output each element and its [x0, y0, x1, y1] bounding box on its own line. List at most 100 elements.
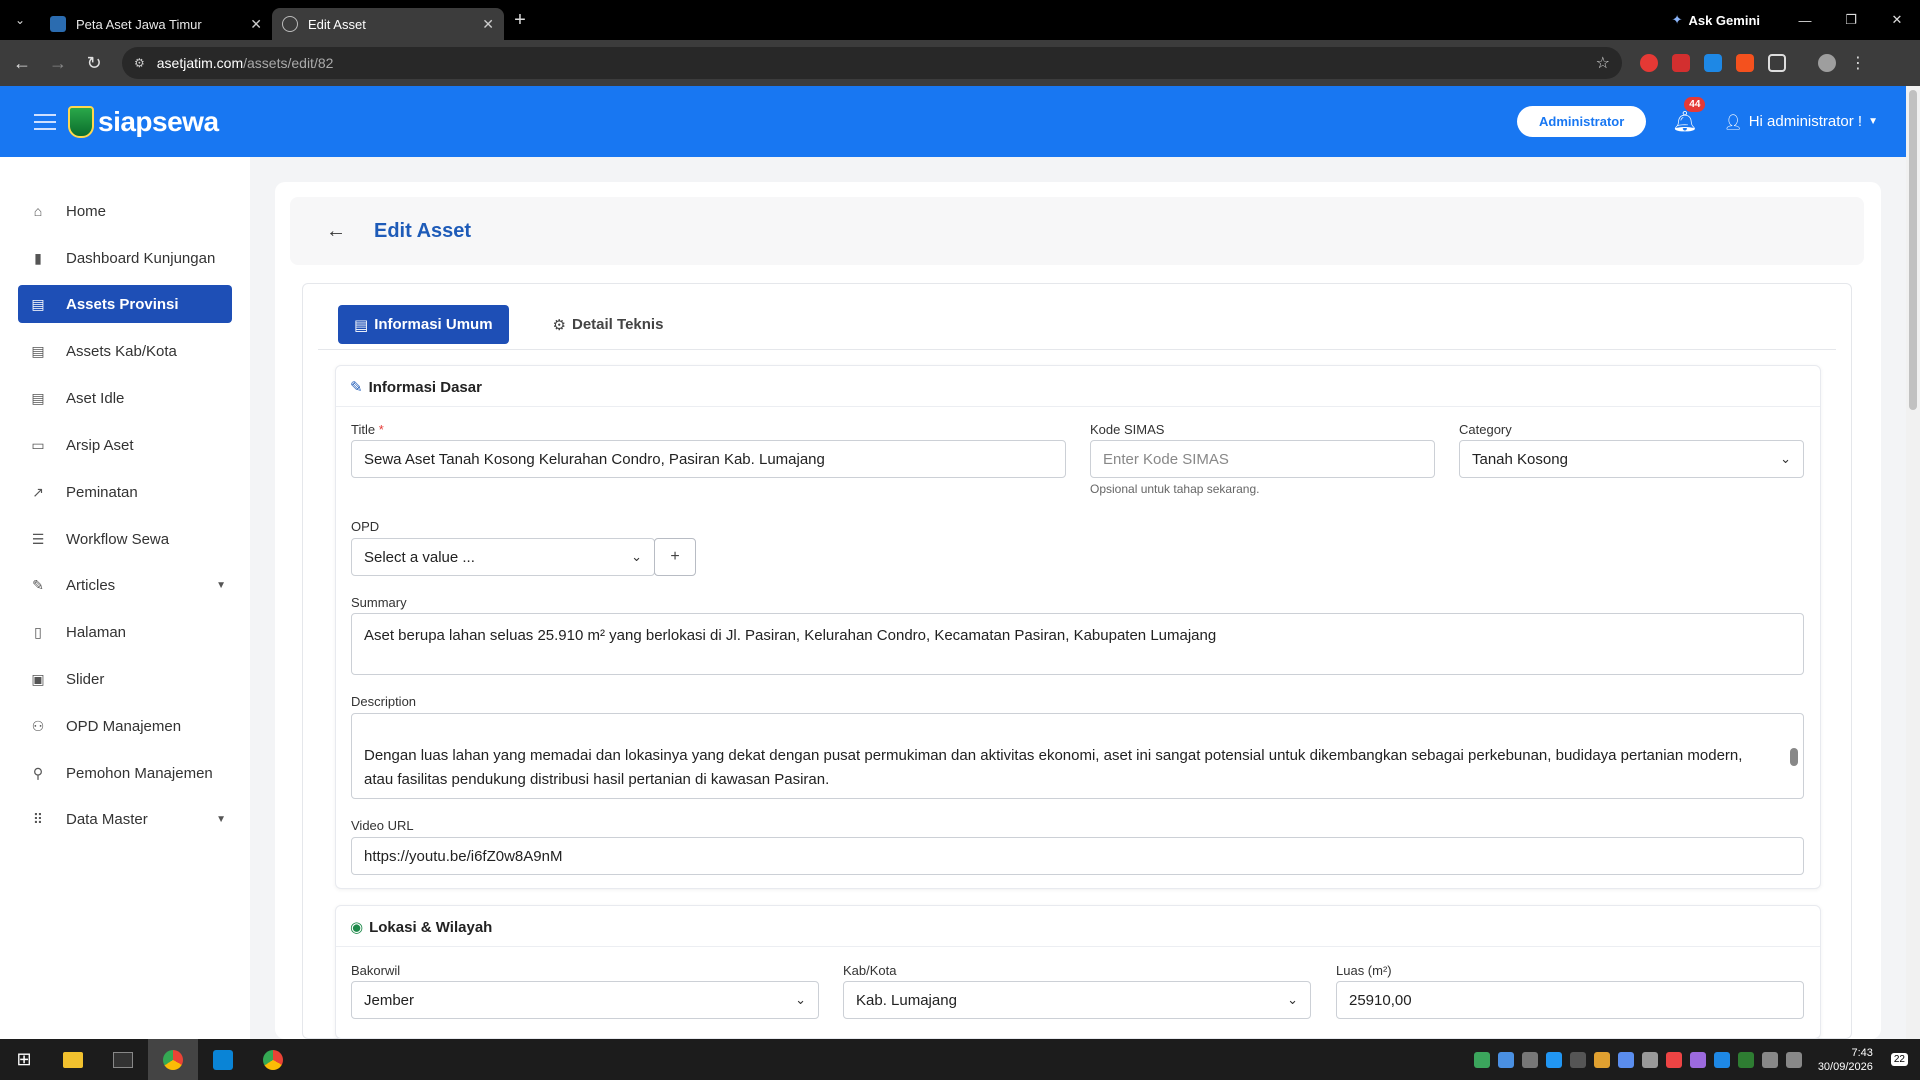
tray-app-icon[interactable]	[1665, 1051, 1682, 1068]
bluetooth-icon[interactable]	[1713, 1051, 1730, 1068]
brand-logo[interactable]: siapsewa	[68, 105, 219, 138]
file-explorer-icon[interactable]	[48, 1039, 98, 1080]
close-icon[interactable]: ✕	[482, 16, 494, 33]
tray-app-icon[interactable]	[1569, 1051, 1586, 1068]
opd-select[interactable]: Select a value ... ⌄	[351, 538, 655, 576]
url-bar[interactable]: ⚙ asetjatim.com/assets/edit/82 ☆	[122, 47, 1622, 79]
sidebar-item-opd-manajemen[interactable]: ⚇ OPD Manajemen	[18, 707, 232, 745]
sidebar-item-assets-kab-kota[interactable]: ▤ Assets Kab/Kota	[18, 332, 232, 370]
kabkota-select[interactable]: Kab. Lumajang ⌄	[843, 981, 1311, 1019]
restore-icon[interactable]: ❐	[1828, 12, 1874, 28]
sidebar-item-data-master[interactable]: ⠿ Data Master ▼	[18, 800, 232, 838]
tab-search-icon[interactable]: ⌄	[0, 13, 40, 27]
sidebar-item-peminatan[interactable]: ↗ Peminatan	[18, 473, 232, 511]
reload-icon[interactable]: ↻	[76, 53, 112, 74]
tray-app-icon[interactable]	[1473, 1051, 1490, 1068]
sidebar-item-assets-provinsi[interactable]: ▤ Assets Provinsi	[18, 285, 232, 323]
wifi-icon[interactable]	[1761, 1051, 1778, 1068]
kabkota-label: Kab/Kota	[843, 963, 897, 978]
vscode-icon[interactable]	[198, 1039, 248, 1080]
terminal-icon[interactable]	[98, 1039, 148, 1080]
windows-start-icon[interactable]: ⊞	[0, 1049, 48, 1070]
sidebar-item-dashboard-kunjungan[interactable]: ▮ Dashboard Kunjungan	[18, 239, 232, 277]
tab-label: Informasi Umum	[374, 316, 493, 333]
sidebar-item-articles[interactable]: ✎ Articles ▼	[18, 566, 232, 604]
forward-nav-icon[interactable]: →	[40, 53, 76, 74]
tab-informasi-umum[interactable]: ▤ Informasi Umum	[338, 305, 509, 344]
kode-simas-input[interactable]: Enter Kode SIMAS	[1090, 440, 1435, 478]
extension-icon[interactable]	[1736, 54, 1754, 72]
browser-menu-icon[interactable]: ⋮	[1850, 53, 1866, 73]
tab-title: Edit Asset	[308, 16, 366, 32]
profile-avatar-icon[interactable]	[1818, 54, 1836, 72]
sidebar-item-label: Assets Provinsi	[66, 295, 179, 313]
luas-input[interactable]: 25910,00	[1336, 981, 1804, 1019]
tab-title: Peta Aset Jawa Timur	[76, 16, 202, 32]
sidebar-item-halaman[interactable]: ▯ Halaman	[18, 613, 232, 651]
video-url-input[interactable]: https://youtu.be/i6fZ0w8A9nM	[351, 837, 1804, 875]
category-value: Tanah Kosong	[1472, 450, 1568, 468]
sidebar-item-aset-idle[interactable]: ▤ Aset Idle	[18, 379, 232, 417]
browser-tab-edit-asset[interactable]: Edit Asset ✕	[272, 8, 504, 40]
clock-time: 7:43	[1851, 1046, 1873, 1059]
bakorwil-select[interactable]: Jember ⌄	[351, 981, 819, 1019]
minimize-icon[interactable]: —	[1782, 13, 1828, 28]
system-clock[interactable]: 7:43 30/09/2026	[1818, 1046, 1873, 1074]
add-opd-button[interactable]: +	[654, 538, 696, 576]
tray-app-icon[interactable]	[1545, 1051, 1562, 1068]
notification-center-badge[interactable]: 22	[1890, 1053, 1908, 1066]
ask-gemini-button[interactable]: ✦ Ask Gemini	[1650, 12, 1782, 28]
sidebar-item-label: Arsip Aset	[66, 436, 134, 454]
gemini-sparkle-icon: ✦	[1671, 12, 1683, 27]
chrome-icon[interactable]	[148, 1039, 198, 1080]
trend-icon: ↗	[32, 483, 44, 500]
user-menu[interactable]: 👤︎ Hi administrator ! ▼	[1724, 113, 1878, 131]
tab-detail-teknis[interactable]: ⚙ Detail Teknis	[537, 305, 680, 344]
extension-icon[interactable]	[1640, 54, 1658, 72]
tray-app-icon[interactable]	[1521, 1051, 1538, 1068]
emblem-icon	[68, 105, 94, 138]
close-icon[interactable]: ✕	[250, 16, 262, 33]
notification-bell-icon[interactable]: 🔔︎ 44	[1672, 97, 1706, 134]
kode-simas-hint: Opsional untuk tahap sekarang.	[1090, 482, 1260, 496]
back-arrow-icon[interactable]: ←	[326, 220, 346, 243]
user-icon: ⚲	[32, 764, 44, 781]
volume-icon[interactable]	[1785, 1051, 1802, 1068]
extensions-puzzle-icon[interactable]	[1768, 54, 1786, 72]
sidebar-item-label: Data Master	[66, 810, 148, 828]
page-scrollbar[interactable]	[1906, 86, 1920, 1039]
extension-icon[interactable]	[1704, 54, 1722, 72]
video-url-label: Video URL	[351, 818, 414, 833]
sidebar-item-pemohon-manajemen[interactable]: ⚲ Pemohon Manajemen	[18, 754, 232, 792]
tray-app-icon[interactable]	[1689, 1051, 1706, 1068]
sidebar-item-home[interactable]: ⌂ Home	[18, 192, 232, 230]
tray-app-icon[interactable]	[1497, 1051, 1514, 1068]
sidebar-item-slider[interactable]: ▣ Slider	[18, 660, 232, 698]
tray-app-icon[interactable]	[1641, 1051, 1658, 1068]
role-button[interactable]: Administrator	[1517, 106, 1647, 137]
sidebar-item-arsip-aset[interactable]: ▭ Arsip Aset	[18, 426, 232, 464]
hamburger-menu-icon[interactable]	[34, 109, 56, 135]
bookmark-star-icon[interactable]: ☆	[1596, 53, 1610, 73]
summary-textarea[interactable]: Aset berupa lahan seluas 25.910 m² yang …	[351, 613, 1804, 675]
extension-icon[interactable]	[1672, 54, 1690, 72]
title-input[interactable]: Sewa Aset Tanah Kosong Kelurahan Condro,…	[351, 440, 1066, 478]
sidebar-item-label: Home	[66, 202, 107, 220]
sidebar-item-label: Articles	[66, 576, 116, 594]
sidebar-item-workflow-sewa[interactable]: ☰ Workflow Sewa	[18, 520, 232, 558]
chrome-icon[interactable]	[248, 1039, 298, 1080]
new-tab-plus-icon[interactable]: +	[504, 9, 536, 32]
window-close-icon[interactable]: ✕	[1874, 12, 1920, 28]
browser-tab-peta[interactable]: Peta Aset Jawa Timur ✕	[40, 8, 272, 40]
tray-app-icon[interactable]	[1737, 1051, 1754, 1068]
description-scrollbar[interactable]	[1790, 748, 1798, 766]
description-textarea[interactable]: Dengan luas lahan yang memadai dan lokas…	[351, 713, 1804, 799]
tray-app-icon[interactable]	[1617, 1051, 1634, 1068]
tray-app-icon[interactable]	[1593, 1051, 1610, 1068]
page-scrollbar-thumb[interactable]	[1909, 90, 1917, 410]
description-text: Dengan luas lahan yang memadai dan lokas…	[364, 747, 1743, 788]
site-info-icon[interactable]: ⚙	[134, 56, 145, 70]
list-icon: ☰	[31, 530, 45, 547]
back-nav-icon[interactable]: ←	[4, 53, 40, 74]
category-select[interactable]: Tanah Kosong ⌄	[1459, 440, 1804, 478]
